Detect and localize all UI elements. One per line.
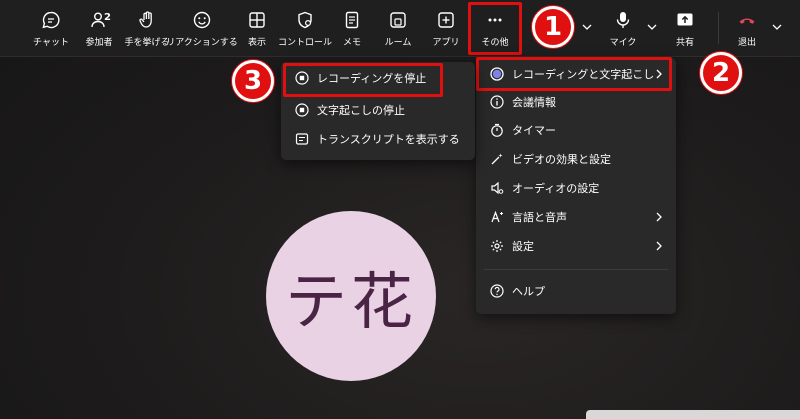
help-icon: [490, 284, 504, 298]
people-label: 参加者: [85, 38, 113, 48]
menu-separator: [484, 269, 668, 270]
more-label: その他: [481, 38, 509, 48]
grid-icon: [249, 12, 265, 28]
rooms-button[interactable]: ルーム: [380, 6, 416, 52]
callout-two: 2: [700, 52, 742, 94]
controls-label: コントロール: [278, 38, 333, 48]
menu-item-settings[interactable]: 設定: [476, 232, 676, 260]
recording-dot-icon: [490, 67, 504, 81]
menu-item-language-speech[interactable]: 言語と音声: [476, 203, 676, 231]
menu-item-help[interactable]: ヘルプ: [476, 277, 676, 305]
info-icon: [490, 95, 504, 109]
mic-button[interactable]: マイク: [606, 6, 640, 52]
submenu-chevron-icon: [656, 69, 662, 79]
chat-icon: [42, 11, 60, 29]
submenu-item-stop-transcription[interactable]: 文字起こしの停止: [281, 96, 475, 124]
callout-one: 1: [532, 6, 574, 48]
smile-icon: [193, 11, 211, 29]
controls-button[interactable]: コントロール: [278, 6, 333, 52]
submenu-item-stop-recording[interactable]: レコーディングを停止: [281, 64, 475, 92]
magic-wand-icon: [491, 153, 503, 165]
meeting-stage: チャット 2 参加者 手を挙げる リアクションする 表示 コントロール メモ ル…: [0, 0, 800, 419]
callout-one-number: 1: [543, 12, 563, 42]
self-view-tile[interactable]: [586, 410, 800, 419]
timer-icon: [491, 123, 503, 137]
recording-transcription-label: レコーディングと文字起こし: [512, 68, 655, 81]
timer-label: タイマー: [512, 124, 556, 137]
microphone-icon: [616, 12, 630, 28]
stop-circle-icon: [295, 103, 309, 117]
chat-button[interactable]: チャット: [31, 6, 71, 52]
language-submenu-chevron-icon: [656, 212, 662, 222]
menu-item-video-effects[interactable]: ビデオの効果と設定: [476, 145, 676, 173]
apps-button[interactable]: アプリ: [426, 6, 466, 52]
meeting-toolbar: チャット 2 参加者 手を挙げる リアクションする 表示 コントロール メモ ル…: [0, 0, 800, 57]
share-button[interactable]: 共有: [668, 6, 702, 52]
people-button[interactable]: 2 参加者: [80, 6, 118, 52]
settings-submenu-chevron-icon: [656, 241, 662, 251]
share-screen-icon: [677, 13, 693, 26]
meeting-info-label: 会議情報: [512, 96, 556, 109]
show-transcript-label: トランスクリプトを表示する: [317, 133, 460, 146]
stop-recording-label: レコーディングを停止: [317, 72, 427, 85]
rooms-icon: [390, 12, 406, 28]
share-label: 共有: [675, 38, 694, 48]
participant-avatar: テ花: [266, 211, 436, 381]
reactions-label: リアクションする: [166, 38, 238, 48]
transcript-icon: [295, 133, 309, 145]
language-speech-label: 言語と音声: [512, 211, 567, 224]
menu-item-recording-transcription[interactable]: レコーディングと文字起こし: [476, 60, 676, 88]
notes-icon: [345, 11, 359, 29]
more-dots-icon: [488, 18, 502, 22]
camera-options-chevron-icon[interactable]: [580, 20, 594, 34]
hand-icon: [139, 11, 152, 28]
reactions-button[interactable]: リアクションする: [166, 6, 238, 52]
video-effects-label: ビデオの効果と設定: [512, 153, 611, 166]
stop-transcription-label: 文字起こしの停止: [317, 104, 405, 117]
leave-label: 退出: [737, 38, 756, 48]
mic-options-chevron-icon[interactable]: [645, 20, 659, 34]
apps-label: アプリ: [432, 38, 460, 48]
leave-options-chevron-icon[interactable]: [770, 20, 784, 34]
stop-circle-icon: [295, 71, 309, 85]
menu-item-audio-settings[interactable]: オーディオの設定: [476, 174, 676, 202]
view-button[interactable]: 表示: [240, 6, 274, 52]
notes-label: メモ: [342, 38, 361, 48]
help-label: ヘルプ: [512, 285, 545, 298]
callout-three: 3: [232, 60, 274, 102]
avatar-initials: テ花: [284, 265, 417, 338]
leave-button[interactable]: 退出: [730, 6, 764, 52]
menu-item-meeting-info[interactable]: 会議情報: [476, 88, 676, 116]
gear-icon: [491, 240, 503, 252]
hang-up-icon: [739, 18, 755, 24]
language-icon: [491, 210, 503, 223]
shield-gear-icon: [298, 11, 312, 29]
plus-box-icon: [438, 12, 454, 28]
audio-settings-label: オーディオの設定: [512, 182, 600, 195]
toolbar-divider: [718, 12, 719, 44]
callout-two-number: 2: [711, 58, 731, 88]
speaker-settings-icon: [491, 181, 504, 195]
settings-label: 設定: [512, 240, 534, 253]
raise-hand-label: 手を挙げる: [124, 38, 170, 48]
recording-submenu: レコーディングを停止 文字起こしの停止 トランスクリプトを表示する: [281, 62, 475, 160]
view-label: 表示: [247, 38, 266, 48]
callout-three-number: 3: [243, 66, 263, 96]
menu-item-timer[interactable]: タイマー: [476, 116, 676, 144]
more-button[interactable]: その他: [472, 6, 518, 52]
rooms-label: ルーム: [384, 38, 412, 48]
notes-button[interactable]: メモ: [337, 6, 367, 52]
mic-label: マイク: [609, 38, 637, 48]
people-count-badge: 2: [104, 12, 111, 23]
more-menu: レコーディングと文字起こし 会議情報 タイマー ビデオの効果と設定 オーディオの…: [476, 58, 676, 314]
raise-hand-button[interactable]: 手を挙げる: [123, 6, 171, 52]
chat-label: チャット: [33, 38, 69, 48]
submenu-item-show-transcript[interactable]: トランスクリプトを表示する: [281, 125, 475, 153]
